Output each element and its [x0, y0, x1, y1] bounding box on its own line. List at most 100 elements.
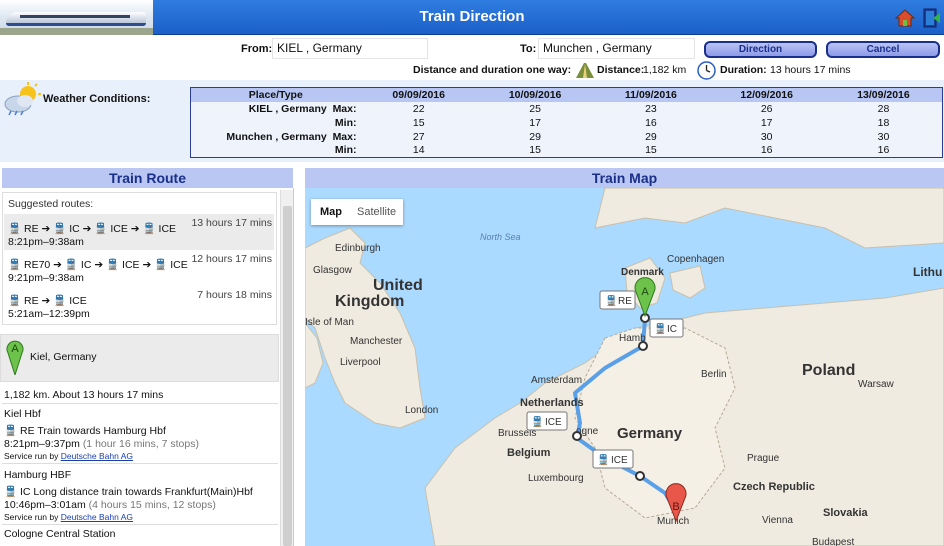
- distance-label: Distance:: [597, 64, 645, 76]
- svg-text:🚆: 🚆: [654, 322, 666, 335]
- label-budapest: Budapest: [812, 537, 854, 546]
- clock-icon: [697, 61, 716, 80]
- home-icon[interactable]: [895, 8, 915, 28]
- route-tag-ic[interactable]: 🚆 IC: [649, 318, 684, 338]
- marker-a-icon: A: [6, 340, 24, 375]
- route-times: 9:21pm–9:38am: [8, 272, 84, 284]
- label-berlin: Berlin: [701, 369, 727, 380]
- to-label: To:: [520, 43, 537, 55]
- table-cell: 18: [877, 116, 890, 129]
- svg-text:ICE: ICE: [545, 417, 562, 428]
- svg-text:IC: IC: [667, 324, 677, 335]
- stop-dot: [638, 341, 648, 351]
- operator-link[interactable]: Deutsche Bahn AG: [61, 512, 133, 522]
- label-glasgow: Glasgow: [313, 265, 353, 276]
- route-option-3[interactable]: 🚆 RE ➔ 🚆 ICE 5:21am–12:39pm 7 hours 18 m…: [4, 286, 274, 322]
- table-cell: 15: [412, 116, 425, 129]
- table-cell: 23: [645, 102, 657, 115]
- start-place: Kiel, Germany: [30, 351, 97, 363]
- label-munich: Munich: [657, 516, 689, 527]
- route-option-2[interactable]: 🚆 RE70 ➔ 🚆 IC ➔ 🚆 ICE ➔ 🚆 ICE 9:21pm–9:3…: [4, 250, 274, 286]
- col-date-5: 13/09/2016: [824, 87, 943, 102]
- route-tag-re[interactable]: 🚆 RE: [599, 290, 636, 310]
- label-netherlands: Netherlands: [520, 397, 584, 409]
- route-legs: 🚆 RE ➔ 🚆 IC ➔ 🚆 ICE ➔ 🚆 ICE: [8, 223, 177, 235]
- table-cell: 28: [877, 102, 890, 115]
- total-summary: 1,182 km. About 13 hours 17 mins: [4, 389, 164, 401]
- svg-text:A: A: [641, 286, 649, 298]
- direction-button[interactable]: Direction: [704, 41, 817, 58]
- route-tag-ice-1[interactable]: 🚆 ICE: [526, 411, 568, 431]
- from-field[interactable]: KIEL , Germany: [272, 38, 428, 59]
- label-uk-1: United: [373, 277, 423, 294]
- svg-text:🚆: 🚆: [531, 415, 543, 428]
- exit-icon[interactable]: [922, 8, 942, 28]
- label-copenhagen: Copenhagen: [667, 254, 724, 265]
- label-czech: Czech Republic: [733, 481, 815, 493]
- table-cell: 29: [529, 130, 541, 143]
- weather-icon: [4, 82, 41, 116]
- table-cell: 15: [645, 144, 657, 157]
- label-manchester: Manchester: [350, 336, 403, 347]
- step-time: 10:46pm–3:01am (4 hours 15 mins, 12 stop…: [4, 499, 216, 511]
- col-date-2: 10/09/2016: [476, 87, 594, 102]
- table-cell: 16: [877, 144, 890, 157]
- step-line: 🚆 IC Long distance train towards Frankfu…: [4, 486, 253, 498]
- map-type-control: Map Satellite: [311, 199, 403, 225]
- to-field[interactable]: Munchen , Germany: [538, 38, 695, 59]
- step-line: 🚆 RE Train towards Hamburg Hbf: [4, 425, 166, 437]
- table-cell: 22: [412, 102, 425, 115]
- step-station: Cologne Central Station: [4, 528, 116, 540]
- route-legs: 🚆 RE70 ➔ 🚆 IC ➔ 🚆 ICE ➔ 🚆 ICE: [8, 259, 188, 271]
- train-map-header: Train Map: [305, 168, 944, 188]
- table-row: Min: 15 17 16 17 18: [191, 116, 943, 130]
- place-cell: KIEL , Germany Max:: [248, 102, 357, 115]
- table-row: Munchen , Germany Max: 27 29 29 30 30: [191, 130, 943, 144]
- table-row: Min: 14 15 15 16 16: [191, 144, 943, 158]
- satellite-button[interactable]: Satellite: [357, 206, 396, 218]
- label-lithuania: Lithu: [913, 265, 942, 279]
- divider: [2, 463, 278, 464]
- route-scrollbar[interactable]: [280, 190, 293, 546]
- weather-label: Weather Conditions:: [43, 93, 151, 105]
- route-tag-ice-2[interactable]: 🚆 ICE: [592, 449, 634, 469]
- table-cell: 15: [529, 144, 541, 157]
- duration-value: 13 hours 17 mins: [770, 64, 851, 76]
- label-north-sea: North Sea: [480, 232, 521, 242]
- col-date-3: 11/09/2016: [593, 87, 709, 102]
- label-denmark: Denmark: [621, 267, 664, 278]
- table-cell: 25: [529, 102, 541, 115]
- label-liverpool: Liverpool: [340, 357, 381, 368]
- table-cell: 29: [645, 130, 657, 143]
- summary-intro: Distance and duration one way:: [413, 64, 572, 76]
- place-cell: Min:: [334, 116, 357, 129]
- map-canvas[interactable]: North Sea Edinburgh Glasgow United Kingd…: [305, 188, 944, 546]
- divider: [2, 403, 278, 404]
- trip-summary: Distance and duration one way: Distance:…: [0, 61, 944, 80]
- label-amsterdam: Amsterdam: [531, 375, 582, 386]
- svg-text:🚆: 🚆: [605, 294, 617, 307]
- col-date-4: 12/09/2016: [708, 87, 825, 102]
- step-operator: Service run by Deutsche Bahn AG: [4, 512, 134, 522]
- route-option-1[interactable]: 🚆 RE ➔ 🚆 IC ➔ 🚆 ICE ➔ 🚆 ICE 8:21pm–9:38a…: [4, 214, 274, 250]
- table-cell: 16: [645, 116, 657, 129]
- label-edinburgh: Edinburgh: [335, 243, 381, 254]
- table-cell: 26: [760, 102, 773, 115]
- step-time: 8:21pm–9:37pm (1 hour 16 mins, 7 stops): [4, 438, 199, 450]
- table-cell: 30: [877, 130, 890, 143]
- svg-text:RE: RE: [618, 296, 632, 307]
- route-duration: 12 hours 17 mins: [191, 253, 272, 265]
- operator-link[interactable]: Deutsche Bahn AG: [61, 451, 133, 461]
- col-place: Place/Type: [190, 87, 361, 102]
- train-map[interactable]: North Sea Edinburgh Glasgow United Kingd…: [305, 188, 944, 546]
- stop-dot: [572, 431, 582, 441]
- label-poland: Poland: [802, 362, 855, 379]
- cancel-button[interactable]: Cancel: [826, 41, 940, 58]
- map-button[interactable]: Map: [320, 206, 342, 218]
- duration-label: Duration:: [720, 64, 767, 76]
- place-cell: Munchen , Germany Max:: [226, 130, 357, 143]
- title-bar: Train Direction: [0, 0, 944, 35]
- route-legs: 🚆 RE ➔ 🚆 ICE: [8, 295, 87, 307]
- table-cell: 27: [412, 130, 425, 143]
- step-operator: Service run by Deutsche Bahn AG: [4, 451, 134, 461]
